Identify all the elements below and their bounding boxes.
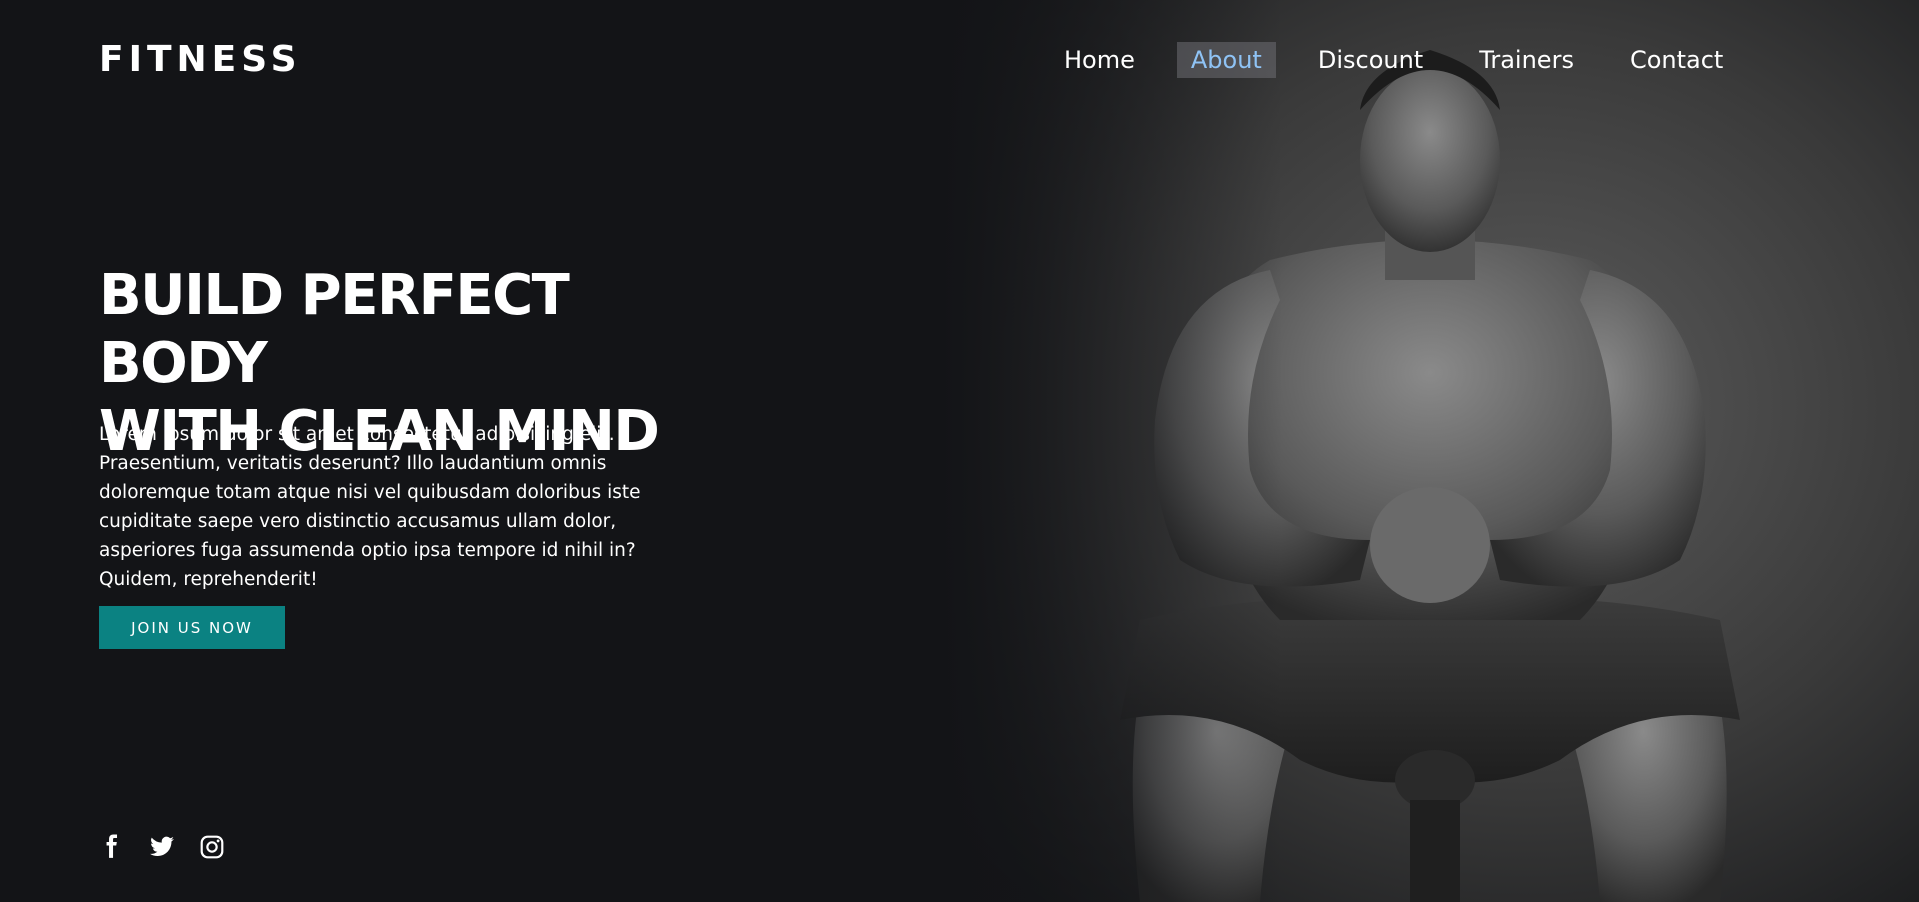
join-us-now-button[interactable]: JOIN US NOW [99, 606, 285, 649]
hero-athlete-image [940, 0, 1919, 902]
nav-item-trainers[interactable]: Trainers [1465, 42, 1588, 78]
twitter-icon[interactable] [149, 834, 175, 860]
hero-description: Lorem ipsum dolor sit amet consectetur a… [99, 424, 641, 590]
instagram-icon[interactable] [199, 834, 225, 860]
hero-headline-line-1: BUILD PERFECT BODY [99, 263, 570, 396]
facebook-icon[interactable] [99, 834, 125, 860]
brand-logo[interactable]: FITNESS [99, 38, 302, 82]
nav-item-discount[interactable]: Discount [1304, 42, 1437, 78]
main-nav: Home About Discount Trainers Contact [1050, 42, 1737, 78]
nav-item-home[interactable]: Home [1050, 42, 1149, 78]
social-links [99, 834, 225, 860]
nav-item-about[interactable]: About [1176, 42, 1276, 78]
nav-item-contact[interactable]: Contact [1616, 42, 1737, 78]
